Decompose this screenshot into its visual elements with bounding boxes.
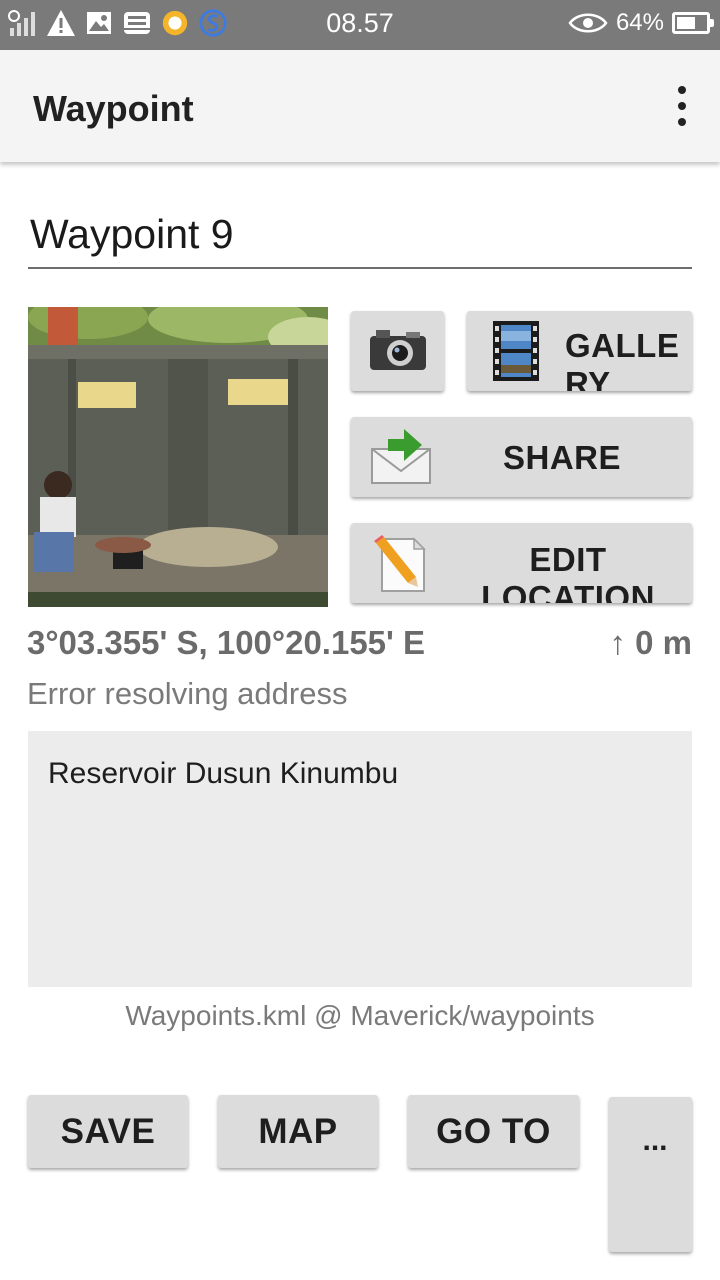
camera-icon [368,328,428,377]
map-label: MAP [258,1112,338,1151]
edit-location-label: EDIT LOCATION [481,541,655,603]
share-label: SHARE [503,439,622,476]
status-icons-right: 64% [568,8,714,38]
map-button[interactable]: MAP [218,1095,378,1168]
edit-location-button[interactable]: EDIT LOCATION [351,523,692,603]
more-actions-label: ... [642,1124,668,1157]
altitude-text: ↑ 0 m [609,624,692,661]
save-button[interactable]: SAVE [28,1095,188,1168]
gallery-label: GALLE RY [565,327,680,391]
film-strip-icon [493,321,539,386]
waypoint-name-field[interactable]: Waypoint 9 [28,205,692,269]
battery-percent: 64% [615,9,664,36]
envelope-icon [370,427,432,490]
notes-field[interactable]: Reservoir Dusun Kinumbu [28,731,692,987]
save-label: SAVE [60,1112,156,1151]
notes-text: Reservoir Dusun Kinumbu [48,757,399,790]
status-bar: 08.57 64% [0,0,720,50]
more-actions-button[interactable]: ... [609,1097,692,1252]
page-title: Waypoint [33,88,194,129]
app-bar: Waypoint [0,50,720,162]
overflow-menu-icon[interactable] [672,86,692,126]
file-location-text: Waypoints.kml @ Maverick/waypoints [125,1000,595,1031]
go-to-button[interactable]: GO TO [408,1095,579,1168]
go-to-label: GO TO [436,1112,551,1151]
coordinates-text: 3°03.355' S, 100°20.155' E [27,624,426,661]
battery-icon [672,12,714,34]
eye-icon [568,8,608,38]
pencil-icon [372,535,428,598]
waypoint-photo[interactable] [28,307,328,607]
camera-button[interactable] [351,311,444,391]
gallery-button[interactable]: GALLE RY [467,311,692,391]
address-text: Error resolving address [27,676,348,711]
reservoir-photo-image [28,307,328,607]
share-button[interactable]: SHARE [351,417,692,497]
